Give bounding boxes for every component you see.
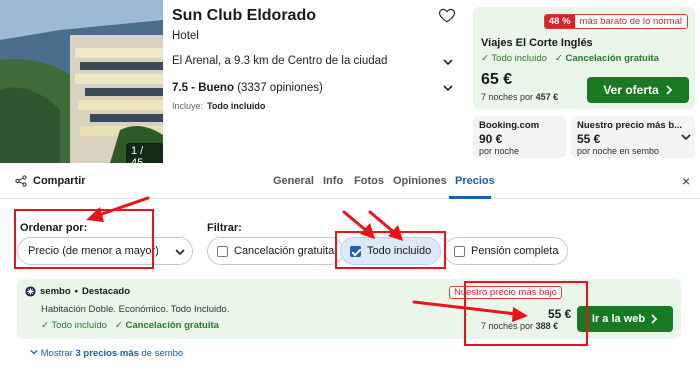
tab-photos[interactable]: Fotos [354, 175, 384, 187]
active-tab-indicator [449, 196, 491, 199]
checkbox[interactable] [454, 245, 465, 257]
go-to-website-button[interactable]: Ir a la web [577, 306, 673, 332]
share-button[interactable]: Compartir [15, 175, 86, 187]
tab-reviews[interactable]: Opiniones [393, 175, 447, 187]
includes-value: Todo incluido [207, 101, 266, 111]
chevron-down-icon [30, 349, 38, 355]
hotel-type: Hotel [172, 30, 199, 42]
go-label: Ir a la web [591, 313, 646, 325]
alt-offer-note: por noche [479, 146, 520, 156]
offer-provider: Viajes El Corte Inglés [481, 37, 593, 49]
alt-offer-note: por noche en sembo [577, 146, 660, 156]
feature-free-cancel: ✓ Cancelación gratuita [114, 320, 219, 331]
nights-prefix: 7 noches por [481, 92, 534, 102]
filter-label-text: Pensión completa [471, 245, 559, 257]
share-icon [15, 175, 27, 187]
top-offer-card[interactable]: 48 % más barato de lo normal Viajes El C… [473, 7, 695, 109]
feature-free-cancel: ✓ Cancelación gratuita [554, 53, 659, 64]
discount-pct: 48 % [544, 15, 575, 28]
chevron-down-icon[interactable] [443, 83, 453, 93]
chevron-down-icon[interactable] [443, 57, 453, 67]
offer-features: ✓ Todo incluido ✓ Cancelación gratuita [481, 53, 659, 64]
more-prefix: Mostrar [40, 348, 73, 359]
discount-badge: 48 % más barato de lo normal [543, 14, 688, 29]
hotel-photo[interactable]: 1 / 45 [0, 0, 163, 163]
sembo-logo-icon [25, 286, 36, 297]
hotel-name: Sun Club Eldorado [172, 7, 316, 24]
annotation-box-price [464, 281, 588, 346]
feature-all-inclusive: ✓ Todo incluido [481, 53, 547, 64]
chevron-down-icon [175, 249, 185, 256]
annotation-arrow [342, 210, 370, 234]
chevron-right-icon [651, 314, 658, 324]
filter-label: Filtrar: [207, 222, 242, 234]
offer-nights: 7 noches por 457 € [481, 92, 558, 102]
tab-info[interactable]: Info [323, 175, 343, 187]
filter-free-cancel[interactable]: Cancelación gratuita [207, 237, 345, 265]
alt-offer-provider: Booking.com [479, 120, 540, 131]
deal-provider-name: sembo [40, 286, 71, 297]
nights-total: 457 € [535, 92, 559, 102]
checkbox[interactable] [217, 245, 228, 257]
filter-label-text: Cancelación gratuita [234, 245, 335, 257]
tab-general[interactable]: General [273, 175, 314, 187]
rating-count: (3337 opiniones) [237, 82, 323, 94]
annotation-box-filter [335, 231, 446, 269]
deal-features: ✓ Todo incluido ✓ Cancelación gratuita [41, 320, 219, 331]
heart-icon[interactable] [438, 6, 456, 24]
deal-provider: sembo • Destacado [25, 286, 130, 297]
detail-tabs: Compartir General Info Fotos Opiniones P… [0, 163, 700, 199]
alt-offer-price: 55 € [577, 132, 601, 146]
more-count: 3 precios más [75, 348, 139, 359]
share-label: Compartir [33, 175, 86, 187]
chevron-down-icon[interactable] [681, 132, 691, 142]
hotel-location: El Arenal, a 9.3 km de Centro de la ciud… [172, 55, 388, 67]
offer-price: 65 € [481, 71, 513, 88]
deal-tag: Destacado [81, 286, 131, 297]
alt-offer-booking[interactable]: Booking.com 90 € por noche [473, 116, 566, 158]
alt-offer-provider: Nuestro precio más b... [577, 120, 683, 131]
close-icon[interactable]: × [682, 173, 690, 189]
alt-offer-sembo[interactable]: Nuestro precio más b... 55 € por noche e… [571, 116, 695, 158]
photo-counter: 1 / 45 [126, 143, 163, 163]
annotation-box-sort [14, 209, 154, 269]
show-more-prices-link[interactable]: Mostrar 3 precios más de sembo [30, 348, 183, 359]
feature-all-inclusive: ✓ Todo incluido [41, 320, 107, 331]
chevron-right-icon [666, 85, 672, 95]
hotel-rating: 7.5 - Bueno (3337 opiniones) [172, 82, 323, 94]
rating-score: 7.5 - Bueno [172, 82, 234, 94]
alt-offer-price: 90 € [479, 132, 503, 146]
deal-description: Habitación Doble. Económico. Todo Inclui… [41, 304, 230, 315]
filter-full-board[interactable]: Pensión completa [444, 237, 569, 265]
includes-label: Incluye: [172, 101, 204, 111]
tab-prices[interactable]: Precios [455, 175, 495, 187]
discount-text: más barato de lo normal [574, 15, 687, 28]
view-offer-button[interactable]: Ver oferta [587, 77, 689, 103]
more-suffix: de sembo [141, 348, 184, 359]
includes: Incluye: Todo incluido [172, 101, 265, 111]
view-offer-label: Ver oferta [603, 83, 659, 97]
